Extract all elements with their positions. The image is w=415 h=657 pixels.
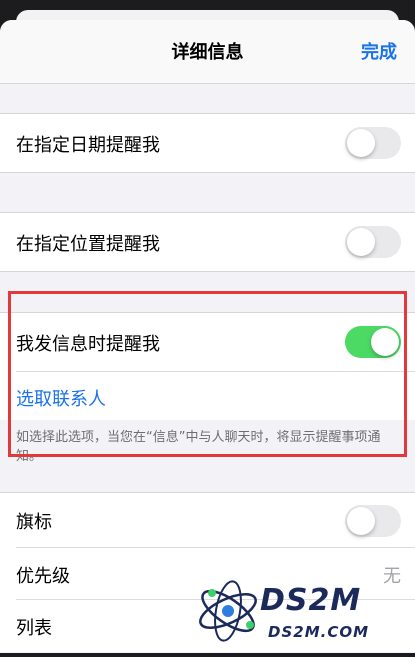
messaging-reminder-group: 我发信息时提醒我 选取联系人 (0, 312, 415, 421)
toggle-knob (347, 507, 375, 535)
done-button[interactable]: 完成 (361, 38, 397, 64)
messaging-note: 如选择此选项，当您在“信息”中与人聊天时，将显示提醒事项通知。 (0, 420, 415, 470)
location-reminder-toggle[interactable] (345, 226, 401, 258)
ds2m-watermark: DS2M DS2M.COM (190, 565, 415, 653)
toggle-knob (347, 129, 375, 157)
date-reminder-toggle[interactable] (345, 127, 401, 159)
toggle-knob (371, 328, 399, 356)
watermark-domain: DS2M.COM (268, 623, 370, 641)
location-reminder-label: 在指定位置提醒我 (16, 234, 160, 255)
messaging-reminder-toggle[interactable] (345, 326, 401, 358)
flag-label: 旗标 (16, 512, 52, 533)
watermark-brand: DS2M (260, 583, 362, 618)
messaging-reminder-label: 我发信息时提醒我 (16, 334, 160, 355)
list-label: 列表 (16, 618, 52, 639)
navigation-bar: 详细信息 完成 (0, 20, 415, 84)
details-sheet: 详细信息 完成 在指定日期提醒我 在指定位置提醒我 我发信息时提醒我 选取联系人… (0, 20, 415, 653)
date-reminder-row: 在指定日期提醒我 (0, 114, 415, 172)
page-title: 详细信息 (171, 42, 244, 63)
flag-toggle[interactable] (345, 505, 401, 537)
location-reminder-row: 在指定位置提醒我 (0, 213, 415, 271)
date-reminder-group: 在指定日期提醒我 (0, 113, 415, 173)
choose-contact-link[interactable]: 选取联系人 (16, 385, 106, 411)
flag-row: 旗标 (0, 493, 415, 548)
location-reminder-group: 在指定位置提醒我 (0, 212, 415, 272)
date-reminder-label: 在指定日期提醒我 (16, 135, 160, 156)
toggle-knob (347, 228, 375, 256)
messaging-reminder-row: 我发信息时提醒我 (0, 313, 415, 372)
atom-logo-icon (199, 580, 257, 642)
choose-contact-row[interactable]: 选取联系人 (0, 372, 415, 421)
priority-label: 优先级 (16, 566, 70, 587)
messaging-note-text: 如选择此选项，当您在“信息”中与人聊天时，将显示提醒事项通知。 (16, 430, 381, 464)
